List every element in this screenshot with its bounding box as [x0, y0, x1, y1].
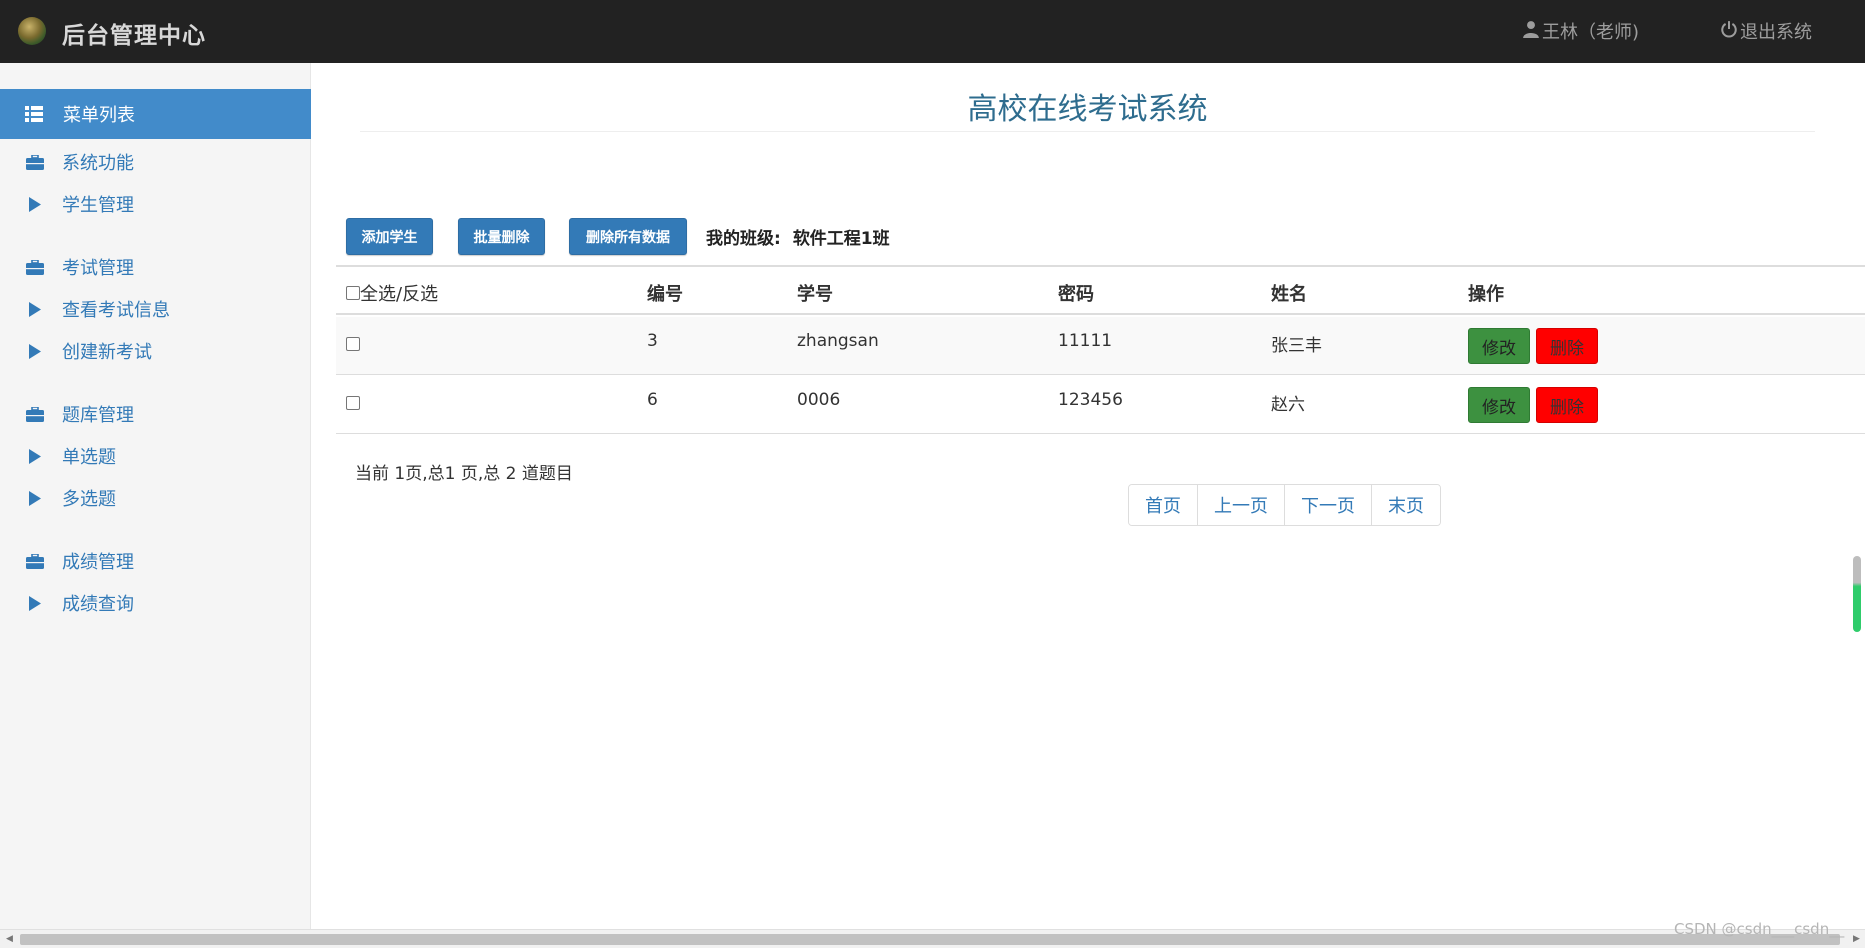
sidebar-item-label: 考试管理	[62, 258, 134, 279]
table-row: 6 0006 123456 赵六 修改 删除	[336, 376, 1865, 434]
pager-first[interactable]: 首页	[1129, 485, 1198, 525]
power-icon	[1720, 20, 1738, 43]
user-name: 王林（老师)	[1542, 22, 1640, 43]
sidebar-item-label: 多选题	[62, 489, 116, 510]
brand-title: 后台管理中心	[62, 23, 206, 49]
sidebar-item-view-exams[interactable]: 查看考试信息	[0, 290, 311, 328]
briefcase-icon	[25, 551, 45, 571]
class-label: 我的班级:	[706, 229, 781, 249]
logout-label: 退出系统	[1740, 22, 1812, 43]
edit-button[interactable]: 修改	[1468, 328, 1530, 364]
header-password: 密码	[1058, 284, 1094, 305]
header-actions: 操作	[1468, 284, 1504, 305]
cell-student-no: zhangsan	[797, 331, 879, 351]
page-title: 高校在线考试系统	[967, 92, 1208, 127]
class-name: 软件工程1班	[792, 229, 890, 249]
scroll-right-arrow-icon[interactable]: ▶	[1853, 934, 1860, 944]
top-navbar: 后台管理中心 王林（老师) 退出系统	[0, 0, 1865, 63]
table-row: 3 zhangsan 11111 张三丰 修改 删除	[336, 317, 1865, 375]
triangle-right-icon	[25, 299, 45, 319]
class-info: 我的班级: 软件工程1班	[706, 224, 890, 249]
sidebar-item-exams[interactable]: 考试管理	[0, 248, 311, 286]
sidebar: 菜单列表 系统功能 学生管理 考试管理 查看考试信息 创建新考试 题库管理 单选…	[0, 63, 311, 929]
header-student-no: 学号	[797, 284, 833, 305]
horizontal-scrollbar-thumb[interactable]	[20, 934, 1840, 945]
briefcase-icon	[25, 152, 45, 172]
triangle-right-icon	[25, 341, 45, 361]
row-checkbox[interactable]	[346, 337, 360, 351]
select-all-header: 全选/反选	[346, 280, 438, 306]
sidebar-item-grades[interactable]: 成绩管理	[0, 542, 311, 580]
cell-student-no: 0006	[797, 390, 841, 410]
delete-all-button[interactable]: 删除所有数据	[569, 218, 687, 255]
sidebar-active-label: 菜单列表	[63, 105, 135, 126]
triangle-right-icon	[25, 593, 45, 613]
select-all-checkbox[interactable]	[346, 286, 360, 300]
table-header-row: 全选/反选 编号 学号 密码 姓名 操作	[336, 267, 1865, 315]
sidebar-item-multi-choice[interactable]: 多选题	[0, 479, 311, 517]
user-icon	[1522, 20, 1540, 43]
sidebar-item-system[interactable]: 系统功能	[0, 143, 311, 181]
sidebar-item-create-exam[interactable]: 创建新考试	[0, 332, 311, 370]
user-menu[interactable]: 王林（老师)	[1522, 18, 1639, 44]
triangle-right-icon	[25, 194, 45, 214]
sidebar-item-grade-query[interactable]: 成绩查询	[0, 584, 311, 622]
row-checkbox[interactable]	[346, 396, 360, 410]
triangle-right-icon	[25, 488, 45, 508]
select-all-label: 全选/反选	[360, 284, 439, 305]
pager-last[interactable]: 末页	[1372, 485, 1440, 525]
page-info: 当前 1页,总1 页,总 2 道题目	[355, 464, 573, 484]
sidebar-item-label: 题库管理	[62, 405, 134, 426]
watermark: CSDN @csdn___csdn__	[1674, 920, 1845, 938]
list-icon	[25, 106, 43, 122]
sidebar-item-label: 系统功能	[62, 153, 134, 174]
triangle-right-icon	[25, 446, 45, 466]
brand-logo	[18, 17, 46, 45]
sidebar-item-label: 成绩查询	[62, 594, 134, 615]
delete-button[interactable]: 删除	[1536, 328, 1598, 364]
delete-button[interactable]: 删除	[1536, 387, 1598, 423]
cell-name: 赵六	[1271, 395, 1305, 415]
cell-password: 11111	[1058, 331, 1113, 351]
briefcase-icon	[25, 404, 45, 424]
sidebar-item-menu-list[interactable]: 菜单列表	[0, 89, 311, 139]
sidebar-item-label: 创建新考试	[62, 342, 152, 363]
sidebar-item-single-choice[interactable]: 单选题	[0, 437, 311, 475]
add-student-button[interactable]: 添加学生	[346, 218, 433, 255]
sidebar-item-students[interactable]: 学生管理	[0, 185, 311, 223]
sidebar-item-label: 成绩管理	[62, 552, 134, 573]
scroll-left-arrow-icon[interactable]: ◀	[6, 934, 13, 944]
horizontal-scrollbar[interactable]: ◀ ▶	[0, 929, 1865, 948]
pager-next[interactable]: 下一页	[1285, 485, 1372, 525]
briefcase-icon	[25, 257, 45, 277]
sidebar-item-label: 查看考试信息	[62, 300, 170, 321]
batch-delete-button[interactable]: 批量删除	[458, 218, 545, 255]
cell-name: 张三丰	[1271, 336, 1322, 356]
cell-password: 123456	[1058, 390, 1123, 410]
sidebar-item-label: 单选题	[62, 447, 116, 468]
sidebar-item-label: 学生管理	[62, 195, 134, 216]
title-divider	[360, 131, 1815, 132]
cell-id: 3	[647, 331, 658, 351]
sidebar-item-question-bank[interactable]: 题库管理	[0, 395, 311, 433]
header-id: 编号	[647, 284, 683, 305]
pager-prev[interactable]: 上一页	[1198, 485, 1285, 525]
header-name: 姓名	[1271, 284, 1307, 305]
vertical-scrollbar-thumb[interactable]	[1853, 556, 1861, 632]
logout-link[interactable]: 退出系统	[1720, 18, 1812, 44]
cell-id: 6	[647, 390, 658, 410]
edit-button[interactable]: 修改	[1468, 387, 1530, 423]
pagination: 首页 上一页 下一页 末页	[1128, 484, 1441, 526]
